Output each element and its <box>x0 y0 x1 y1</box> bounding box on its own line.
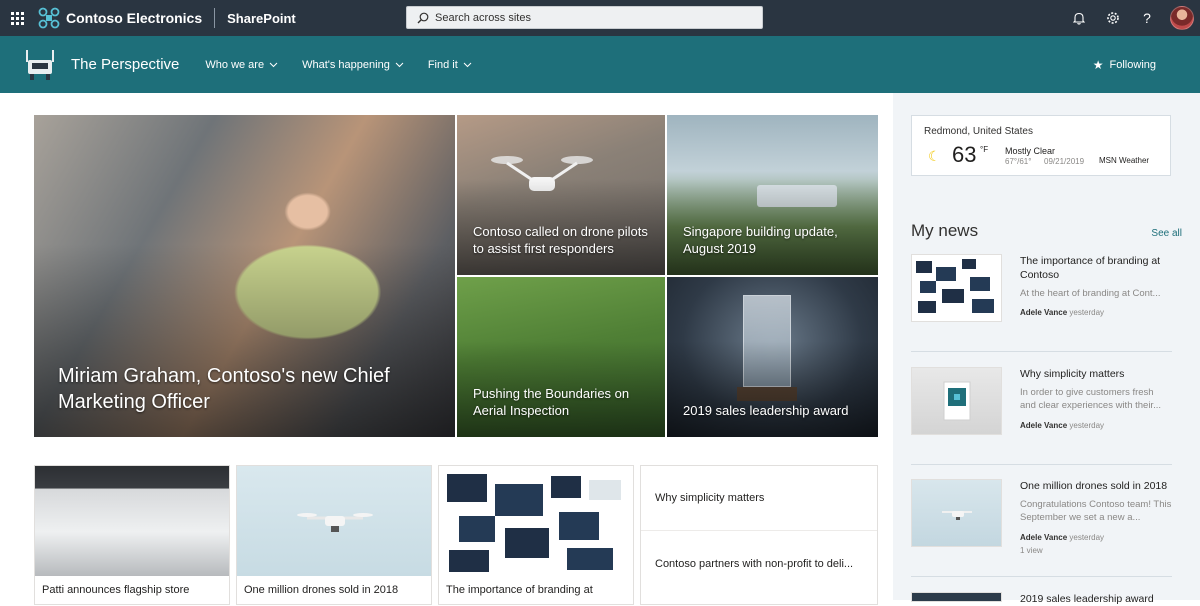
news-time: yesterday <box>1069 421 1105 430</box>
search-box[interactable]: Search across sites <box>406 6 763 29</box>
weather-hilo: 67°/61° <box>1005 157 1032 166</box>
news-meta: Adele Vance yesterday <box>1020 533 1104 542</box>
news-time: yesterday <box>1069 533 1105 542</box>
nav-item-whats-happening[interactable]: What's happening <box>302 59 404 71</box>
help-icon: ? <box>1143 10 1151 26</box>
app-name[interactable]: SharePoint <box>227 11 296 26</box>
suite-bar: Contoso Electronics SharePoint Search ac… <box>0 0 1200 36</box>
news-description: In order to give customers fresh and cle… <box>1020 387 1161 411</box>
brand-name[interactable]: Contoso Electronics <box>66 10 202 26</box>
news-thumbnail <box>911 592 1002 602</box>
news-thumbnail <box>911 479 1002 547</box>
search-icon <box>417 12 429 23</box>
avatar[interactable] <box>1170 6 1194 30</box>
site-nav: Who we are What's happening Find it <box>205 59 495 71</box>
weather-condition: Mostly Clear <box>1005 146 1056 156</box>
settings-button[interactable] <box>1096 0 1130 36</box>
list-item[interactable]: Contoso partners with non-profit to deli… <box>641 531 877 596</box>
help-button[interactable]: ? <box>1130 0 1164 36</box>
drone-icon <box>942 511 972 520</box>
following-button[interactable]: ★ Following <box>1093 36 1156 93</box>
news-title: The importance of branding at Contoso <box>1020 255 1161 281</box>
news-card[interactable]: One million drones sold in 2018 <box>236 465 432 605</box>
card-thumbnail <box>35 466 229 576</box>
card-thumbnail <box>439 466 633 576</box>
divider <box>911 576 1172 577</box>
site-logo-icon[interactable] <box>24 48 56 82</box>
hero-tile-singapore[interactable]: Singapore building update, August 2019 <box>667 115 878 275</box>
gear-icon <box>1107 12 1119 24</box>
news-thumbnail <box>911 254 1002 322</box>
hero-tile-sales-award[interactable]: 2019 sales leadership award <box>667 277 878 437</box>
hero-caption: Contoso called on drone pilots to assist… <box>473 224 648 256</box>
following-label: Following <box>1109 58 1156 71</box>
notifications-button[interactable] <box>1062 0 1096 36</box>
news-author: Adele Vance <box>1020 533 1068 542</box>
branding-devices-image <box>447 474 621 572</box>
hero-tile-drone-pilots[interactable]: Contoso called on drone pilots to assist… <box>457 115 665 275</box>
hero-caption: Singapore building update, August 2019 <box>683 224 838 256</box>
see-all-link[interactable]: See all <box>1151 228 1182 239</box>
site-title[interactable]: The Perspective <box>71 56 179 73</box>
weather-temperature: 63 <box>952 142 977 167</box>
chevron-down-icon <box>463 62 472 67</box>
hero-tile-main[interactable]: Miriam Graham, Contoso's new Chief Marke… <box>34 115 455 437</box>
chevron-down-icon <box>269 62 278 67</box>
contoso-logo-icon[interactable] <box>38 7 60 29</box>
weather-unit: °F <box>980 145 989 154</box>
nav-label: Who we are <box>205 58 265 71</box>
hero-tile-aerial-inspection[interactable]: Pushing the Boundaries on Aerial Inspect… <box>457 277 665 437</box>
news-title: 2019 sales leadership award <box>1020 593 1154 605</box>
hero-web-part: Miriam Graham, Contoso's new Chief Marke… <box>34 115 878 437</box>
drone-icon <box>297 513 373 532</box>
main-content: Miriam Graham, Contoso's new Chief Marke… <box>0 93 893 605</box>
search-placeholder: Search across sites <box>435 11 531 24</box>
waffle-icon <box>10 11 24 25</box>
list-item[interactable]: Why simplicity matters <box>641 466 877 531</box>
weather-source: MSN Weather <box>1099 156 1150 165</box>
news-thumbnail <box>911 367 1002 435</box>
divider <box>911 464 1172 465</box>
bell-icon <box>1073 12 1085 25</box>
my-news-title: My news <box>911 221 979 240</box>
nav-label: What's happening <box>302 58 390 71</box>
news-author: Adele Vance <box>1020 308 1068 317</box>
news-card[interactable]: The importance of branding at <box>438 465 634 605</box>
news-meta: Adele Vance yesterday <box>1020 308 1104 317</box>
weather-web-part[interactable]: Redmond, United States ☾ 63 °F Mostly Cl… <box>911 115 1171 176</box>
right-rail: Redmond, United States ☾ 63 °F Mostly Cl… <box>893 93 1200 605</box>
hero-caption: Miriam Graham, Contoso's new Chief Marke… <box>58 365 390 413</box>
divider <box>911 351 1172 352</box>
app-launcher-button[interactable] <box>0 0 34 36</box>
news-time: yesterday <box>1069 308 1105 317</box>
news-meta: Adele Vance yesterday <box>1020 421 1104 430</box>
news-title: Why simplicity matters <box>1020 368 1125 380</box>
news-description: At the heart of branding at Cont... <box>1020 288 1161 299</box>
card-thumbnail <box>237 466 431 576</box>
news-cards: Patti announces flagship store One milli… <box>34 465 878 605</box>
nav-item-who-we-are[interactable]: Who we are <box>205 59 278 71</box>
nav-label: Find it <box>427 58 458 71</box>
chevron-down-icon <box>395 62 404 67</box>
news-author: Adele Vance <box>1020 421 1068 430</box>
news-card[interactable]: Patti announces flagship store <box>34 465 230 605</box>
site-header: The Perspective Who we are What's happen… <box>0 36 1200 93</box>
nav-item-find-it[interactable]: Find it <box>428 59 472 71</box>
weather-date: 09/21/2019 <box>1044 157 1085 166</box>
hero-caption: 2019 sales leadership award <box>683 403 849 418</box>
star-icon: ★ <box>1092 57 1104 72</box>
weather-location: Redmond, United States <box>924 126 1033 137</box>
hero-caption: Pushing the Boundaries on Aerial Inspect… <box>473 386 630 418</box>
branding-devices-image <box>916 259 994 313</box>
news-description: Congratulations Contoso team! This Septe… <box>1020 499 1172 523</box>
news-views: 1 view <box>1020 546 1043 555</box>
news-title: One million drones sold in 2018 <box>1020 480 1168 492</box>
news-list-card: Why simplicity matters Contoso partners … <box>640 465 878 605</box>
suite-divider <box>214 8 216 28</box>
poster-image <box>943 381 971 421</box>
moon-icon: ☾ <box>928 148 941 164</box>
